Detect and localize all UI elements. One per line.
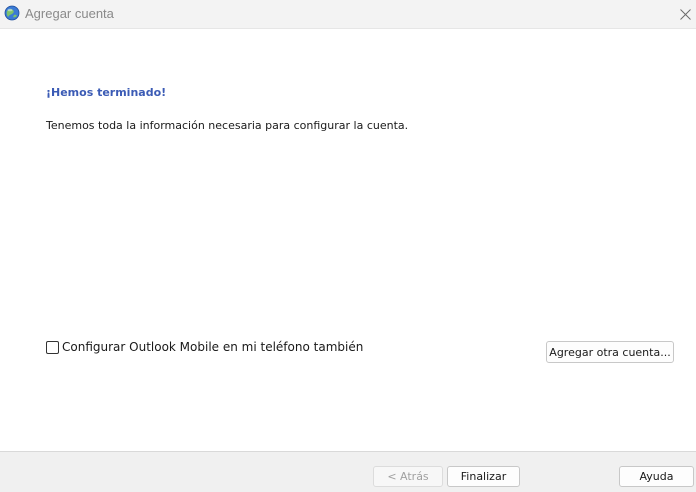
close-button[interactable] [678, 0, 696, 28]
title-bar: Agregar cuenta [0, 0, 696, 29]
window-title: Agregar cuenta [25, 6, 114, 21]
wizard-content: ¡Hemos terminado! Tenemos toda la inform… [0, 29, 696, 451]
add-another-account-button[interactable]: Agregar otra cuenta... [546, 341, 674, 363]
completion-description: Tenemos toda la información necesaria pa… [46, 119, 409, 132]
wizard-footer: < Atrás Finalizar Ayuda [0, 452, 696, 492]
help-button[interactable]: Ayuda [619, 466, 694, 487]
close-icon [680, 9, 691, 20]
outlook-globe-icon [4, 5, 20, 21]
back-button[interactable]: < Atrás [373, 466, 443, 487]
finish-button[interactable]: Finalizar [447, 466, 520, 487]
mobile-setup-option[interactable]: Configurar Outlook Mobile en mi teléfono… [46, 340, 363, 354]
completion-heading: ¡Hemos terminado! [46, 86, 167, 99]
mobile-setup-label: Configurar Outlook Mobile en mi teléfono… [62, 340, 364, 354]
mobile-setup-checkbox[interactable] [46, 340, 59, 354]
